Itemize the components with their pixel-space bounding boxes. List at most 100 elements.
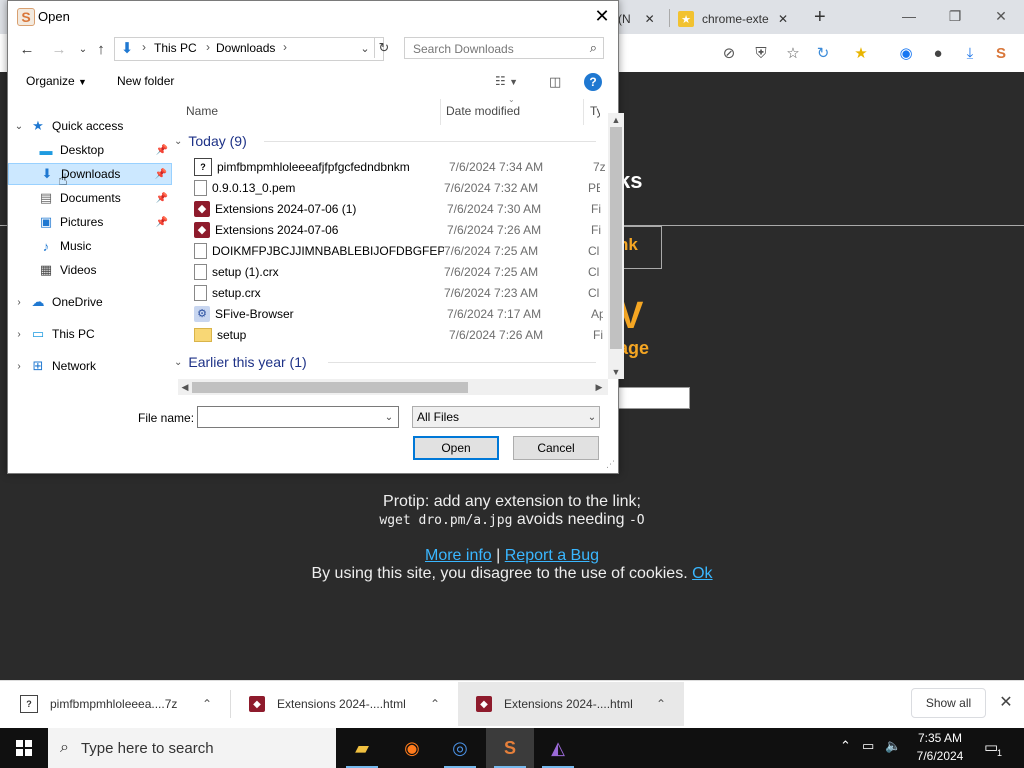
refresh-icon[interactable]: ↻ [374, 38, 393, 58]
more-info-link[interactable]: More info [425, 547, 492, 564]
file-row[interactable]: ⚙ SFive-Browser 7/6/2024 7:17 AM Ap [186, 303, 606, 324]
view-options-icon[interactable]: ☷ ▼ [495, 74, 518, 88]
dialog-close-icon[interactable]: ✕ [590, 5, 614, 27]
column-header-name[interactable]: Name [186, 104, 218, 118]
cancel-button[interactable]: Cancel [513, 436, 599, 460]
download-item[interactable]: ◆ Extensions 2024-....html ⌃ [231, 682, 458, 726]
file-row[interactable]: setup 7/6/2024 7:26 AM Fi [186, 324, 606, 345]
scroll-up-icon[interactable]: ▲ [609, 113, 623, 127]
nav-desktop[interactable]: ▬ Desktop 📌 [8, 139, 172, 161]
breadcrumb-this-pc[interactable]: This PC [154, 41, 197, 55]
file-explorer-icon[interactable]: ▰ [338, 728, 386, 768]
profile-icon[interactable]: ● [927, 42, 949, 64]
column-separator[interactable] [583, 99, 584, 125]
report-bug-link[interactable]: Report a Bug [505, 547, 599, 564]
sync-icon[interactable]: ↻ [812, 42, 834, 64]
column-header-type[interactable]: Ty [590, 104, 600, 118]
file-row[interactable]: ? pimfbmpmhloleeeafjfpfgcfedndbnkm 7/6/2… [186, 156, 606, 177]
nav-quick-access[interactable]: ⌄ ★ Quick access [8, 115, 172, 137]
file-name-input[interactable] [202, 408, 386, 428]
new-tab-button[interactable]: + [814, 6, 826, 29]
clock-date[interactable]: 7/6/2024 [905, 749, 975, 763]
browser-tab-1[interactable]: (N ✕ [618, 4, 668, 34]
help-icon[interactable]: ? [584, 73, 602, 91]
minimize-icon[interactable]: — [886, 4, 932, 28]
breadcrumb-chevron-icon[interactable]: › [206, 40, 210, 54]
file-row[interactable]: DOIKMFPJBCJJIMNBABLEBIJOFDBGFEPB_... 7/6… [186, 240, 606, 261]
extension-star-icon[interactable]: ★ [850, 42, 872, 64]
download-item[interactable]: ? pimfbmpmhloleeea....7z ⌃ [0, 682, 230, 726]
dialog-titlebar[interactable] [8, 1, 618, 33]
chrome-icon[interactable]: ◎ [436, 728, 484, 768]
file-row[interactable]: ◆ Extensions 2024-07-06 7/6/2024 7:26 AM… [186, 219, 606, 240]
new-folder-button[interactable]: New folder [117, 74, 174, 88]
show-all-button[interactable]: Show all [911, 688, 986, 718]
search-input[interactable] [411, 39, 585, 59]
resize-grip-icon[interactable]: ⋰ [606, 459, 615, 470]
chevron-down-icon[interactable]: ⌄ [381, 407, 397, 427]
chevron-up-icon[interactable]: ⌃ [202, 697, 212, 711]
windows-start-icon[interactable] [0, 728, 48, 768]
column-header-date[interactable]: Date modified [446, 104, 520, 118]
network-tray-icon[interactable]: ▭ [862, 738, 874, 754]
chevron-up-icon[interactable]: ⌃ [656, 697, 666, 711]
chevron-right-icon[interactable]: › [12, 329, 26, 340]
nav-videos[interactable]: ▦ Videos [8, 259, 172, 281]
scroll-down-icon[interactable]: ▼ [609, 365, 623, 379]
file-row[interactable]: 0.9.0.13_0.pem 7/6/2024 7:32 AM PE [186, 177, 606, 198]
nav-this-pc[interactable]: › ▭ This PC [8, 323, 172, 345]
file-name-combobox[interactable] [197, 406, 399, 428]
file-type-select[interactable]: All Files [412, 406, 600, 428]
chevron-right-icon[interactable]: › [12, 361, 26, 372]
nav-music[interactable]: ♪ Music [8, 235, 172, 257]
back-arrow-icon[interactable]: ← [16, 39, 38, 59]
tab-close-icon[interactable]: ✕ [645, 12, 655, 26]
browser-tab-2[interactable]: ★ chrome-exte ✕ [678, 4, 796, 34]
close-downloads-bar-icon[interactable]: ✕ [996, 692, 1016, 712]
chevron-right-icon[interactable]: › [12, 297, 26, 308]
visual-studio-icon[interactable]: ◭ [534, 728, 582, 768]
nav-downloads[interactable]: ⬇ Downloads 📌 [8, 163, 172, 185]
open-button[interactable]: Open [413, 436, 499, 460]
sfive-extension-icon[interactable]: S [990, 42, 1012, 64]
tab-close-icon[interactable]: ✕ [778, 12, 788, 26]
cookie-ok-link[interactable]: Ok [692, 565, 712, 582]
up-arrow-icon[interactable]: ↑ [90, 39, 112, 59]
scroll-right-icon[interactable]: ▶ [592, 380, 606, 394]
search-icon[interactable]: ⌕ [590, 40, 597, 56]
breadcrumb-chevron-icon[interactable]: › [283, 40, 287, 54]
page-textarea[interactable] [616, 387, 690, 409]
column-separator[interactable] [440, 99, 441, 125]
block-icon[interactable]: ⊘ [718, 42, 740, 64]
nav-pictures[interactable]: ▣ Pictures 📌 [8, 211, 172, 233]
forward-arrow-icon[interactable]: → [48, 39, 70, 59]
bookmark-star-icon[interactable]: ☆ [782, 42, 804, 64]
chevron-down-icon[interactable]: ⌄ [12, 121, 26, 132]
breadcrumb-chevron-icon[interactable]: › [142, 40, 146, 54]
organize-button[interactable]: Organize ▼ [26, 74, 87, 88]
file-row[interactable]: setup.crx 7/6/2024 7:23 AM Cl [186, 282, 606, 303]
clock-time[interactable]: 7:35 AM [905, 731, 975, 745]
restore-icon[interactable]: ❐ [932, 4, 978, 28]
nav-onedrive[interactable]: › ☁ OneDrive [8, 291, 172, 313]
download-icon[interactable]: ⤓ [959, 42, 981, 64]
scroll-left-icon[interactable]: ◀ [178, 380, 192, 394]
shield-icon[interactable]: ⛨ [750, 42, 772, 64]
vertical-scroll-thumb[interactable] [610, 127, 622, 349]
window-close-icon[interactable]: ✕ [978, 4, 1024, 28]
file-row[interactable]: setup (1).crx 7/6/2024 7:25 AM Cl [186, 261, 606, 282]
firefox-icon[interactable]: ◉ [388, 728, 436, 768]
search-box[interactable]: ⌕ [404, 37, 604, 59]
taskbar-search-box[interactable]: ⌕ Type here to search [48, 728, 336, 768]
preview-pane-icon[interactable]: ◫ [549, 74, 561, 90]
messenger-icon[interactable]: ◉ [895, 42, 917, 64]
chevron-down-icon[interactable]: ⌄ [584, 407, 600, 427]
file-row[interactable]: ◆ Extensions 2024-07-06 (1) 7/6/2024 7:3… [186, 198, 606, 219]
nav-network[interactable]: › ⊞ Network [8, 355, 172, 377]
address-dropdown-icon[interactable]: ⌄ [357, 38, 373, 58]
volume-muted-icon[interactable]: 🔈 [885, 738, 901, 754]
chevron-up-icon[interactable]: ⌃ [840, 738, 851, 754]
chevron-up-icon[interactable]: ⌃ [430, 697, 440, 711]
horizontal-scroll-thumb[interactable] [192, 382, 468, 393]
sfive-browser-icon[interactable]: S [486, 728, 534, 768]
